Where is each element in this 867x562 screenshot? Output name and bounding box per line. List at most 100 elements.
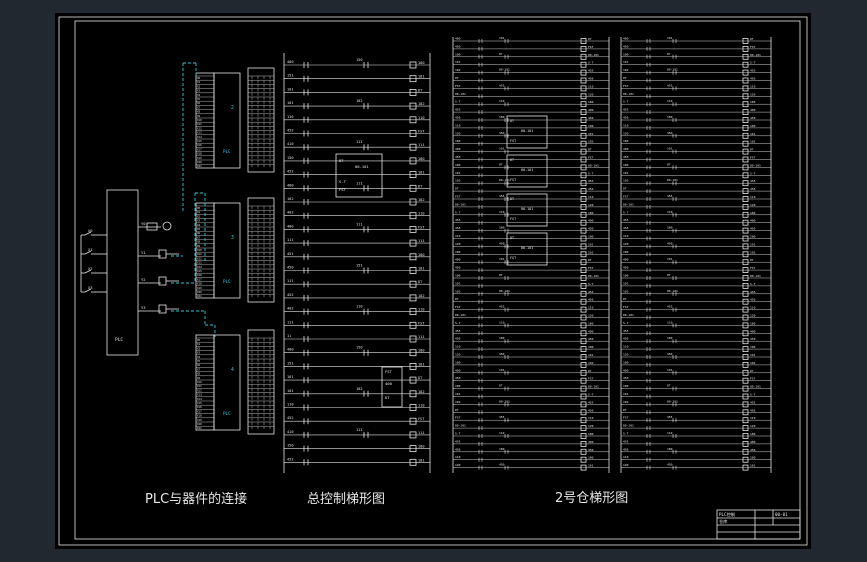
- bin2-col-a-coil-label: 455: [588, 290, 594, 294]
- output-label: Y3: [141, 305, 146, 310]
- plc-module-number: 3: [231, 235, 234, 241]
- bin2-col-b-coil-label: DT: [750, 37, 754, 41]
- caption-plc-connection: PLC与器件的连接: [145, 492, 248, 507]
- title-block-text-1: PLC控制: [719, 511, 735, 518]
- contact-label: 452: [287, 170, 294, 174]
- bin2-col-a-label: 180: [455, 360, 461, 364]
- bin2-col-a-coil-label: 455: [588, 69, 594, 73]
- terminal-text: X14: [197, 265, 202, 269]
- bin2-col-b-coil-label: 180: [750, 100, 756, 104]
- bin2-col-a-label: 456: [455, 226, 461, 230]
- bin2-col-a-coil-label: 180: [588, 100, 594, 104]
- contact-label: 410: [287, 142, 294, 146]
- bin2-fb-label: 00-101: [521, 246, 533, 250]
- bin2-col-a-coil-label: 110: [588, 306, 594, 310]
- coil-label: DT: [418, 184, 423, 188]
- contact-label: 102: [356, 387, 363, 391]
- bin2-col-a-label: 180: [455, 139, 461, 143]
- contact-label: 111: [287, 238, 294, 242]
- terminal-text: X1: [197, 342, 201, 346]
- coil-label: FST: [418, 130, 425, 134]
- contact-label: 452: [287, 293, 294, 297]
- bin2-col-a-label: FST: [455, 84, 461, 88]
- contact-label: 451: [287, 252, 294, 256]
- terminal-text: X14: [197, 397, 202, 401]
- bin2-col-b-coil-label: 400: [750, 440, 756, 444]
- bin2-col-a-label: 102: [455, 179, 461, 183]
- bin2-col-a-label: DT: [455, 76, 459, 80]
- bin2-col-b-label: 00-101: [667, 68, 678, 72]
- coil-label: FST: [418, 225, 425, 229]
- bin2-col-a-label: 456: [455, 337, 461, 341]
- bin2-col-a-label: 455: [499, 415, 505, 419]
- bin2-col-a-label: DT: [499, 273, 503, 277]
- terminal-text: X11: [197, 384, 202, 388]
- bin2-col-b-label: 180: [623, 250, 629, 254]
- bin2-col-b-coil-label: 120: [750, 92, 756, 96]
- bin2-col-a-label: DT: [455, 187, 459, 191]
- bin2-col-a-coil-label: 400: [588, 440, 594, 444]
- bin2-col-a-coil-label: 456: [588, 408, 594, 412]
- bin2-col-a-label: DT: [455, 408, 459, 412]
- bin2-col-a-label: 180: [499, 226, 505, 230]
- bin2-col-a-coil-label: 450: [588, 116, 594, 120]
- bin2-col-a-coil-label: 102: [588, 361, 594, 365]
- bin2-col-a-coil-label: 00-101: [588, 163, 599, 167]
- bin2-col-b-label: 180: [667, 226, 673, 230]
- contact-label: 400: [287, 60, 294, 64]
- bin2-col-a-coil-label: 102: [588, 140, 594, 144]
- bin2-col-b-label: 120: [623, 131, 629, 135]
- bin2-col-a-label: 100: [455, 384, 461, 388]
- bin2-col-b-coil-label: 101: [750, 464, 756, 468]
- bin2-col-b-coil-label: 450: [750, 448, 756, 452]
- bin2-col-b-coil-label: S-T: [750, 282, 756, 286]
- bin2-col-b-label: 455: [623, 108, 629, 112]
- ladder-drawing: PLC控制仓库00-01PLCX0X1X2X3Y0Y1Y2Y3X0X1X2X3X…: [58, 16, 808, 546]
- bin2-col-a-coil-label: 00-101: [588, 385, 599, 389]
- bin2-col-a-label: 120: [455, 353, 461, 357]
- bin2-col-a-label: DT: [455, 297, 459, 301]
- bin2-col-a-coil-label: 00-101: [588, 53, 599, 57]
- bin2-col-b-coil-label: 00-101: [750, 163, 761, 167]
- terminal-text: X0: [197, 338, 201, 342]
- bin2-col-b-label: 110: [667, 99, 673, 103]
- bin2-col-b-label: 450: [623, 376, 629, 380]
- terminal-text: X5: [197, 227, 201, 231]
- coil-label: DT: [418, 88, 423, 92]
- contact-label: 151: [356, 264, 363, 268]
- contact-label: 400: [287, 224, 294, 228]
- bin2-col-a-coil-label: DT: [588, 37, 592, 41]
- coil-label: DT: [418, 376, 423, 380]
- bin2-col-a-label: 455: [499, 194, 505, 198]
- bin2-col-b-coil-label: 180: [750, 432, 756, 436]
- bin2-col-a-label: 101: [455, 392, 461, 396]
- bin2-col-b-label: 120: [623, 353, 629, 357]
- coil-label: DT: [418, 280, 423, 284]
- bin2-col-a-label: S-T: [455, 432, 461, 436]
- terminal-text: X19: [197, 156, 202, 160]
- bin2-col-b-label: 456: [623, 116, 629, 120]
- bin2-col-b-label: 00-101: [667, 178, 678, 182]
- bin2-col-a-label: 101: [499, 147, 505, 151]
- bin2-col-a-coil-label: 100: [588, 124, 594, 128]
- bin2-col-a-coil-label: 455: [588, 400, 594, 404]
- bin2-col-a-label: DT: [499, 384, 503, 388]
- bin2-col-a-label: 120: [455, 463, 461, 467]
- terminal-text: X4: [197, 355, 201, 359]
- terminal-text: X16: [197, 143, 202, 147]
- bin2-col-a-label: 400: [455, 37, 461, 41]
- bin2-col-b-coil-label: 456: [750, 77, 756, 81]
- bin2-col-b-label: S-T: [623, 321, 629, 325]
- bin2-col-a-label: 110: [499, 320, 505, 324]
- bin2-col-a-coil-label: FST: [588, 266, 594, 270]
- bin2-col-a-label: 00-101: [499, 399, 510, 403]
- coil-label: 180: [418, 61, 425, 65]
- contact-label: 111: [356, 140, 363, 144]
- bin2-col-a-label: DT: [499, 52, 503, 56]
- bin2-col-b-label: DT: [667, 384, 671, 388]
- bin2-col-a-label: 101: [455, 60, 461, 64]
- coil-label: 180: [418, 157, 425, 161]
- bin2-col-b-label: 400: [623, 37, 629, 41]
- plc-module-number: 2: [231, 105, 234, 111]
- bin2-col-b-label: 101: [667, 147, 673, 151]
